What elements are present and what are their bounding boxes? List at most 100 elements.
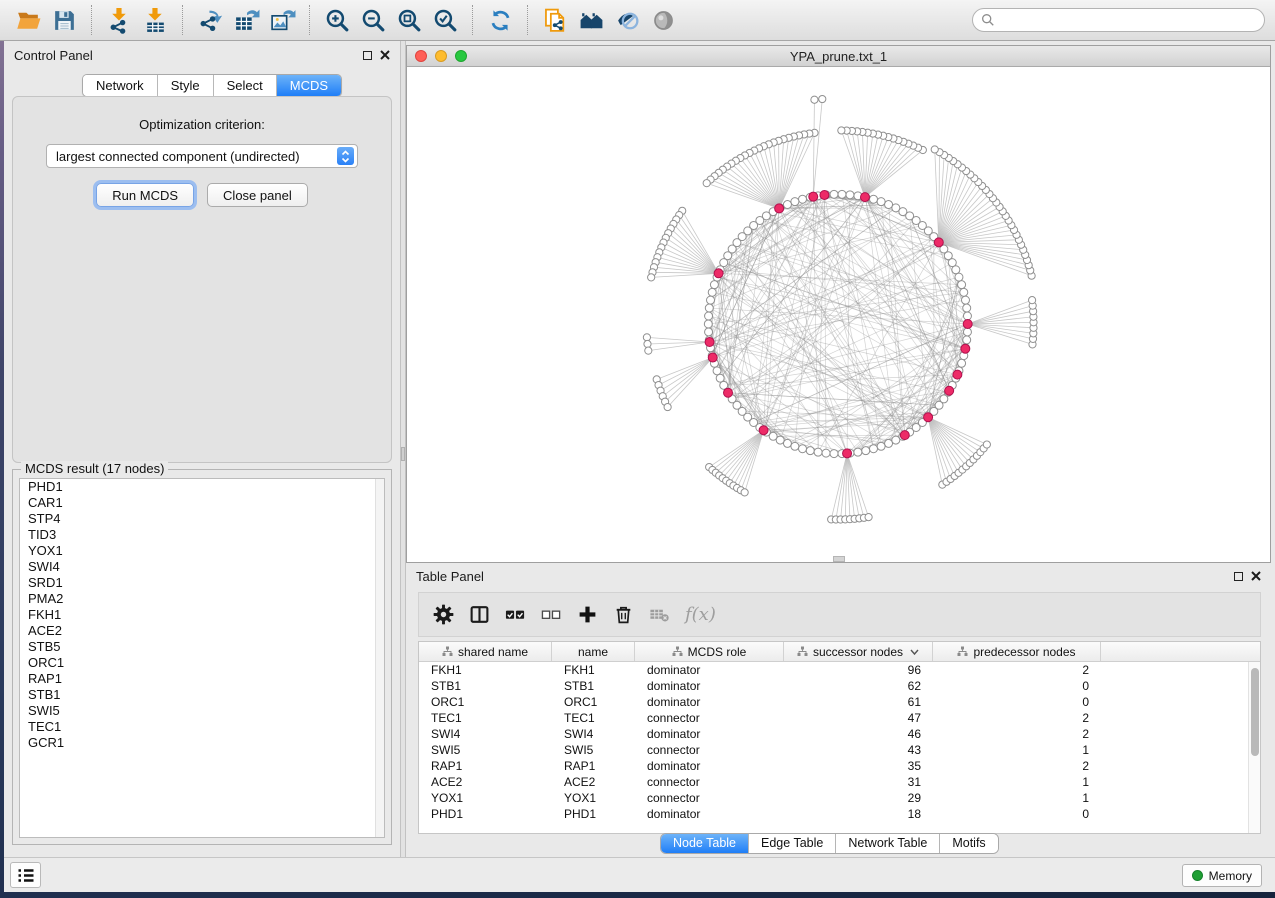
close-panel-icon[interactable] — [1251, 571, 1261, 581]
table-cell[interactable]: 46 — [784, 727, 933, 741]
tab-network-table[interactable]: Network Table — [836, 834, 940, 853]
add-column-icon[interactable] — [577, 603, 598, 627]
settings-gear-icon[interactable] — [433, 603, 454, 627]
ring-node[interactable] — [705, 304, 713, 312]
mcds-result-item[interactable]: CAR1 — [20, 495, 384, 511]
ring-node[interactable] — [806, 447, 814, 455]
ring-node[interactable] — [877, 442, 885, 450]
table-scrollbar[interactable] — [1248, 662, 1260, 833]
table-cell[interactable]: 62 — [784, 679, 933, 693]
open-file-icon[interactable] — [13, 5, 43, 35]
table-cell[interactable]: TEC1 — [419, 711, 552, 725]
table-cell[interactable]: connector — [635, 711, 784, 725]
export-network-icon[interactable] — [195, 5, 225, 35]
ring-node[interactable] — [791, 198, 799, 206]
mcds-result-item[interactable]: TEC1 — [20, 719, 384, 735]
mcds-result-item[interactable]: TID3 — [20, 527, 384, 543]
hub-node[interactable] — [963, 319, 972, 328]
scrollbar-thumb[interactable] — [1251, 668, 1259, 756]
tab-select[interactable]: Select — [214, 75, 277, 96]
search-network-icon[interactable] — [576, 5, 606, 35]
leaf-node[interactable] — [643, 334, 650, 341]
close-window-icon[interactable] — [415, 50, 427, 62]
leaf-node[interactable] — [1028, 297, 1035, 304]
table-cell[interactable]: dominator — [635, 679, 784, 693]
table-cell[interactable]: STB1 — [419, 679, 552, 693]
hub-node[interactable] — [961, 344, 970, 353]
hub-node[interactable] — [708, 353, 717, 362]
hub-node[interactable] — [775, 204, 784, 213]
zoom-window-icon[interactable] — [455, 50, 467, 62]
mcds-result-item[interactable]: ORC1 — [20, 655, 384, 671]
close-panel-button[interactable]: Close panel — [207, 183, 308, 207]
table-row[interactable]: FKH1FKH1dominator962 — [419, 662, 1248, 678]
table-cell[interactable]: TEC1 — [552, 711, 635, 725]
table-cell[interactable]: 2 — [933, 759, 1101, 773]
mcds-result-list[interactable]: PHD1CAR1STP4TID3YOX1SWI4SRD1PMA2FKH1ACE2… — [19, 478, 385, 838]
tab-motifs[interactable]: Motifs — [940, 834, 997, 853]
table-cell[interactable]: ACE2 — [419, 775, 552, 789]
table-cell[interactable]: 1 — [933, 775, 1101, 789]
ring-node[interactable] — [814, 448, 822, 456]
float-panel-icon[interactable] — [1234, 572, 1243, 581]
table-cell[interactable]: ORC1 — [552, 695, 635, 709]
table-cell[interactable]: 61 — [784, 695, 933, 709]
table-cell[interactable]: ORC1 — [419, 695, 552, 709]
table-cell[interactable]: dominator — [635, 807, 784, 821]
mcds-list-scrollbar[interactable] — [375, 479, 384, 837]
ring-node[interactable] — [955, 273, 963, 281]
ring-node[interactable] — [776, 436, 784, 444]
ring-node[interactable] — [822, 449, 830, 457]
ring-node[interactable] — [704, 320, 712, 328]
column-header-mcds-role[interactable]: MCDS role — [635, 642, 784, 661]
table-cell[interactable]: SWI4 — [552, 727, 635, 741]
column-header-predecessor-nodes[interactable]: predecessor nodes — [933, 642, 1101, 661]
show-eye-icon[interactable] — [648, 5, 678, 35]
mcds-result-item[interactable]: SWI5 — [20, 703, 384, 719]
table-cell[interactable]: STB1 — [552, 679, 635, 693]
float-panel-icon[interactable] — [363, 51, 372, 60]
ring-node[interactable] — [707, 296, 715, 304]
table-row[interactable]: PHD1PHD1dominator180 — [419, 806, 1248, 822]
column-header-name[interactable]: name — [552, 642, 635, 661]
table-cell[interactable]: dominator — [635, 695, 784, 709]
ring-node[interactable] — [962, 296, 970, 304]
table-cell[interactable]: 31 — [784, 775, 933, 789]
network-canvas[interactable] — [407, 67, 1270, 562]
leaf-node[interactable] — [741, 489, 748, 496]
ring-node[interactable] — [705, 328, 713, 336]
table-cell[interactable]: 2 — [933, 663, 1101, 677]
network-graph[interactable] — [407, 67, 1270, 562]
mcds-result-item[interactable]: ACE2 — [20, 623, 384, 639]
delete-column-icon[interactable] — [613, 603, 634, 627]
table-cell[interactable]: 96 — [784, 663, 933, 677]
leaf-node[interactable] — [644, 340, 651, 347]
column-header-successor-nodes[interactable]: successor nodes — [784, 642, 933, 661]
tab-style[interactable]: Style — [158, 75, 214, 96]
table-cell[interactable]: 43 — [784, 743, 933, 757]
column-header-shared-name[interactable]: shared name — [419, 642, 552, 661]
table-cell[interactable]: 2 — [933, 727, 1101, 741]
table-cell[interactable]: RAP1 — [419, 759, 552, 773]
ring-node[interactable] — [963, 304, 971, 312]
hub-node[interactable] — [924, 413, 933, 422]
network-document-icon[interactable] — [540, 5, 570, 35]
mcds-result-item[interactable]: GCR1 — [20, 735, 384, 751]
ring-node[interactable] — [885, 201, 893, 209]
ring-node[interactable] — [713, 367, 721, 375]
table-cell[interactable]: PHD1 — [552, 807, 635, 821]
ring-node[interactable] — [708, 288, 716, 296]
ring-node[interactable] — [791, 442, 799, 450]
table-cell[interactable]: 0 — [933, 679, 1101, 693]
table-cell[interactable]: PHD1 — [419, 807, 552, 821]
leaf-node[interactable] — [648, 274, 655, 281]
table-row[interactable]: ACE2ACE2connector311 — [419, 774, 1248, 790]
ring-node[interactable] — [838, 190, 846, 198]
ring-node[interactable] — [830, 190, 838, 198]
table-cell[interactable]: YOX1 — [552, 791, 635, 805]
ring-node[interactable] — [799, 445, 807, 453]
hub-node[interactable] — [809, 192, 818, 201]
export-table-icon[interactable] — [231, 5, 261, 35]
leaf-node[interactable] — [931, 146, 938, 153]
ring-node[interactable] — [830, 450, 838, 458]
